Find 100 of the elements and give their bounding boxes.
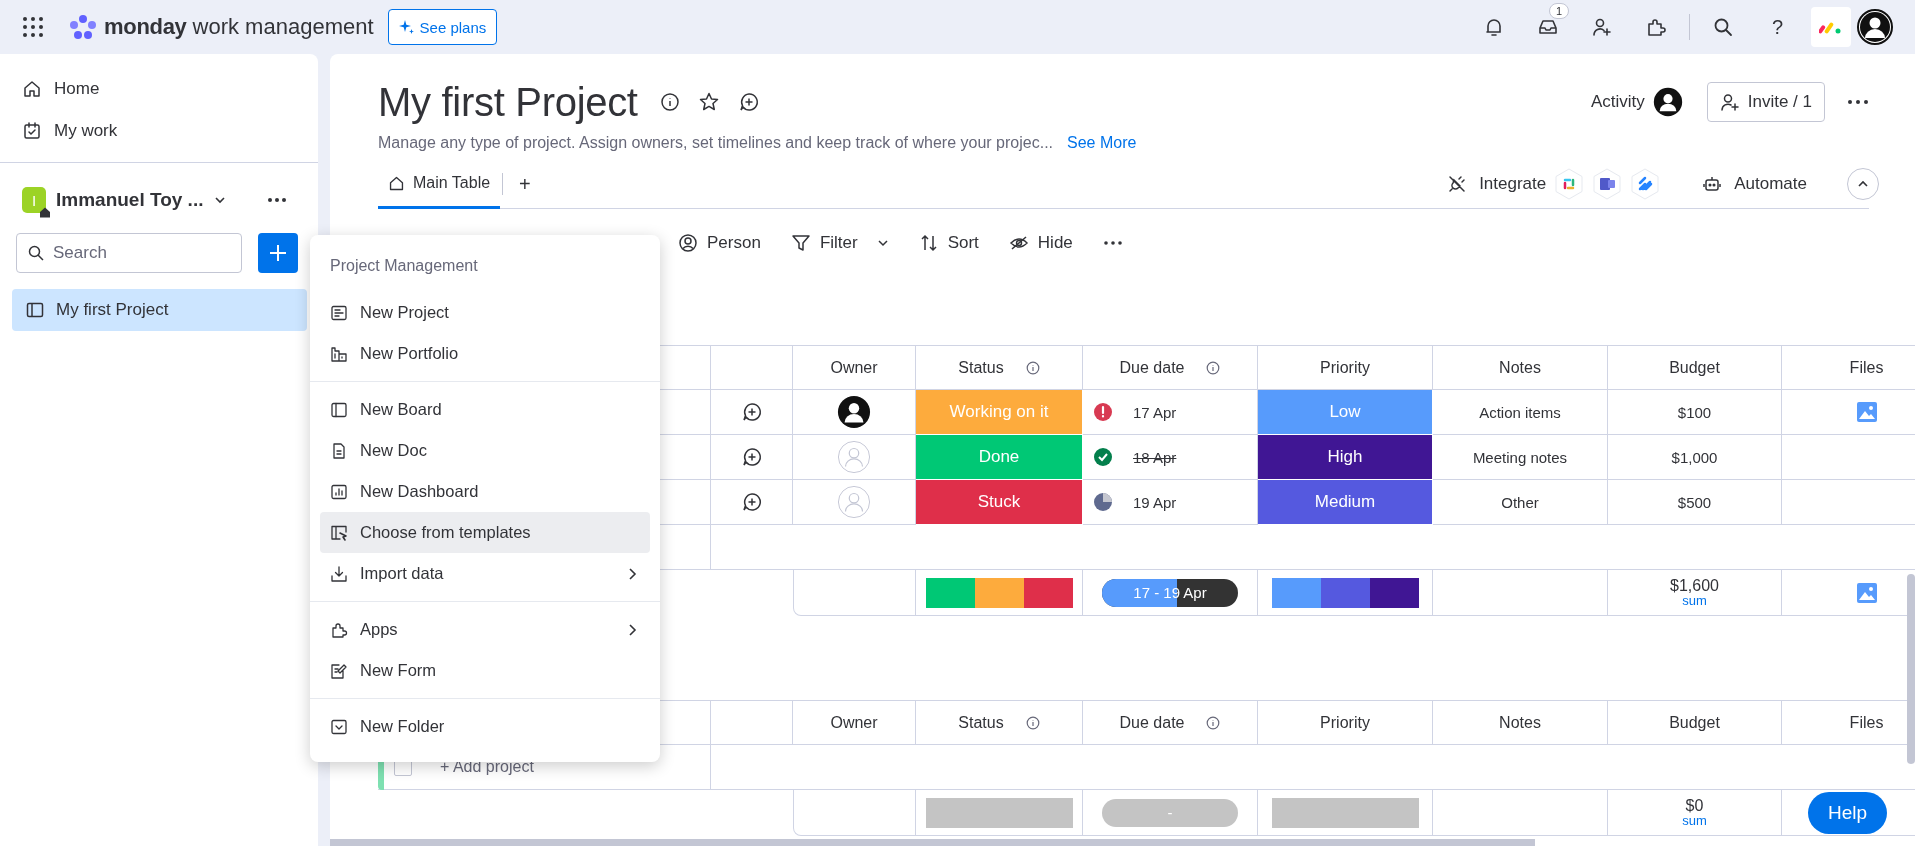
workspace-name[interactable]: Immanuel Toy ... [56,189,204,211]
add-person-icon[interactable] [1590,16,1613,38]
due-date[interactable]: 18 Apr [1133,448,1177,466]
notes-cell: Meeting notes [1433,435,1608,480]
board-description: Manage any type of project. Assign owners, set timelines and keep track of where your projec... [378,134,1053,152]
see-more-link[interactable]: See More [1067,134,1137,152]
alert-icon [1093,402,1113,422]
column-header[interactable]: Notes [1433,700,1608,745]
info-icon[interactable] [1025,360,1040,375]
chevron-right-icon [626,622,638,637]
board-item[interactable]: My first Project [12,289,307,331]
logo-icon [68,14,98,40]
filter-icon [790,233,811,253]
menu-item[interactable]: New Portfolio [320,333,650,374]
form-icon [330,661,348,680]
nav-item[interactable]: Home [22,68,318,110]
menu-item[interactable]: New Folder [320,706,650,747]
budget-sum: $0 [1685,797,1704,814]
eye-slash-icon [1008,233,1029,253]
status-label[interactable]: Stuck [916,480,1083,525]
priority-label[interactable]: Medium [1258,480,1433,525]
menu-item[interactable]: New Project [320,292,650,333]
owner-avatar-icon[interactable] [837,395,871,429]
plug-icon[interactable] [1447,174,1468,194]
see-plans-button[interactable]: See plans [387,9,498,45]
add-button[interactable] [258,233,298,273]
view-tab[interactable]: Main Table [378,160,501,209]
product-switcher-icon[interactable] [1811,7,1851,47]
column-header[interactable]: Priority [1258,700,1433,745]
menu-item[interactable]: New Dashboard [320,471,650,512]
add-update-icon[interactable] [740,401,763,423]
column-header[interactable]: Notes [1433,345,1608,390]
notes-cell: Other [1433,480,1608,525]
horizontal-scrollbar[interactable] [330,839,1535,846]
vertical-scrollbar[interactable] [1907,574,1915,764]
person-icon [678,233,698,253]
collapse-button[interactable] [1847,168,1879,200]
column-header[interactable]: Files [1782,345,1915,390]
more-icon[interactable] [1102,240,1123,246]
board-title: My first Project [378,79,638,125]
folder-icon [330,717,348,736]
chat-plus-icon[interactable] [737,91,760,113]
menu-item[interactable]: Choose from templates [320,512,650,553]
info-icon[interactable] [659,92,680,112]
help-button[interactable]: ? [1765,14,1789,40]
plus-icon [268,243,288,263]
activity-link[interactable]: Activity [1590,92,1645,112]
brand-name: monday [104,14,187,40]
automate-link[interactable]: Automate [1734,174,1807,194]
more-icon[interactable] [1847,99,1869,105]
image-file-icon[interactable] [1855,401,1878,423]
info-icon[interactable] [1025,715,1040,730]
sum-label[interactable]: sum [1682,813,1707,828]
add-view-button[interactable]: + [513,171,537,197]
robot-icon[interactable] [1702,174,1723,194]
toolbar-button[interactable]: Sort [918,233,979,253]
due-date[interactable]: 17 Apr [1133,403,1177,421]
menu-item[interactable]: New Board [320,389,650,430]
toolbar-button[interactable]: Filter [790,233,889,253]
menu-item[interactable]: Import data [320,553,650,594]
caret-icon[interactable] [876,237,889,249]
star-icon[interactable] [697,91,720,113]
column-header[interactable]: Owner [793,345,916,390]
toolbar-button[interactable]: Person [678,233,761,253]
more-icon[interactable] [267,197,288,203]
info-icon[interactable] [1206,715,1221,730]
chevron-right-icon [626,566,638,581]
integrate-link[interactable]: Integrate [1479,174,1547,194]
user-avatar-icon[interactable] [1652,87,1683,117]
column-header[interactable]: Due date [1083,345,1258,390]
budget-cell: $500 [1608,480,1782,525]
invite-button[interactable]: Invite / 1 [1706,82,1825,122]
image-file-icon[interactable] [1855,581,1878,604]
toolbar-button[interactable]: Hide [1008,233,1073,253]
column-header[interactable]: Budget [1608,345,1782,390]
due-date[interactable]: 19 Apr [1133,493,1177,511]
add-person-icon [1719,92,1740,112]
sparkle-icon [398,19,415,35]
search-field[interactable]: Search [16,233,242,273]
add-update-icon[interactable] [740,446,763,468]
menu-item[interactable]: New Doc [320,430,650,471]
sum-label[interactable]: sum [1682,593,1707,608]
apps-grid-icon[interactable] [22,16,44,38]
add-update-icon[interactable] [740,491,763,513]
column-header[interactable]: Status [916,700,1083,745]
bar-chart-icon [330,482,348,501]
user-avatar-icon[interactable] [1857,9,1893,45]
menu-item[interactable]: Apps [320,609,650,650]
info-icon[interactable] [1206,360,1221,375]
status-summary-bar[interactable] [925,577,1073,608]
product-name: work management [192,14,374,40]
priority-label[interactable]: High [1258,435,1433,480]
column-header[interactable]: Owner [793,700,916,745]
check-icon [1093,447,1113,467]
nav-item[interactable]: My work [22,110,318,152]
priority-summary-bar[interactable] [1271,577,1419,608]
menu-item[interactable]: New Form [320,650,650,691]
column-header[interactable]: Due date [1083,700,1258,745]
column-header[interactable]: Budget [1608,700,1782,745]
column-header[interactable]: Status [916,345,1083,390]
